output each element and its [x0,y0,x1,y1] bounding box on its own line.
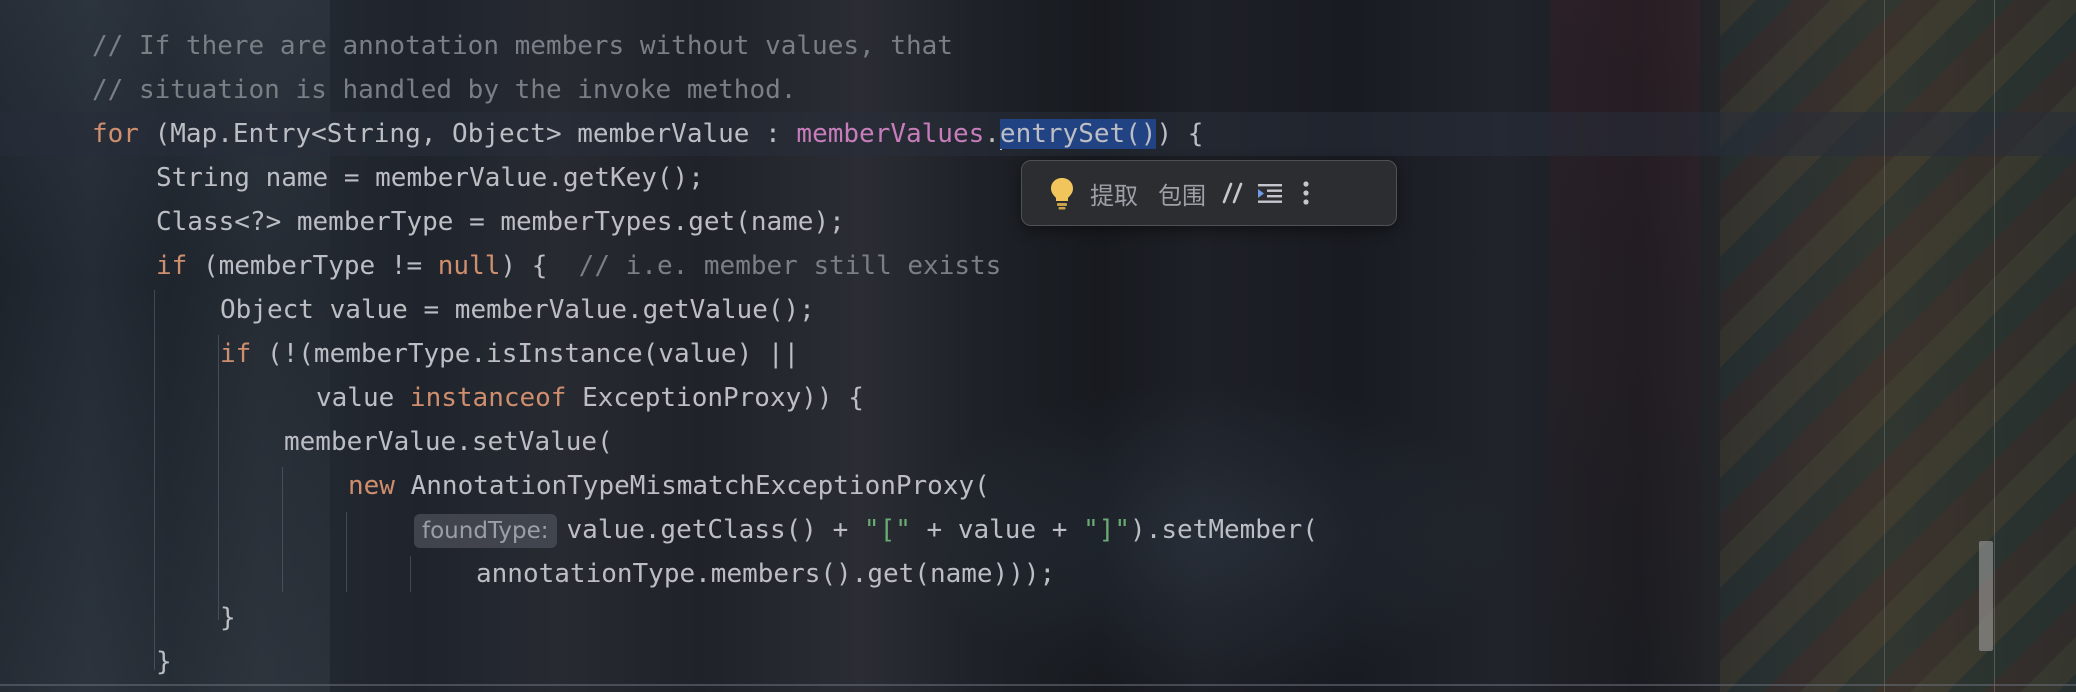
keyword-null: null [437,251,501,281]
editor-right-edge [1994,0,1995,692]
code-line-set-value[interactable]: memberValue.setValue( [284,420,613,464]
right-margin-guide [1884,0,1885,692]
code-text: annotationType.members().get(name))); [476,559,1056,589]
for-tail: ) { [1156,119,1204,149]
indent-guide [282,467,283,592]
code-text: Class<?> memberType = memberTypes.get(na… [156,207,845,237]
dot: . [984,119,1000,149]
code-text: } [220,603,236,633]
code-text: } [156,647,172,677]
inline-comment: // i.e. member still exists [578,251,1002,281]
code-line-if-instance[interactable]: if (!(memberType.isInstance(value) || [220,332,799,376]
code-line-if-null[interactable]: if (memberType != null) { // i.e. member… [156,244,1001,288]
code-text: memberValue.setValue( [284,427,613,457]
code-line-new-proxy[interactable]: new AnnotationTypeMismatchExceptionProxy… [348,464,990,508]
for-header: (Map.Entry<String, Object> memberValue : [138,119,797,149]
indent-guide [410,556,411,592]
indent-guide [346,512,347,592]
indent-guide [218,335,219,620]
extract-button[interactable]: 提取 [1080,170,1148,216]
more-vertical-icon[interactable] [1288,170,1324,216]
code-text: AnnotationTypeMismatchExceptionProxy( [394,471,990,501]
field-member-values: memberValues [796,119,985,149]
code-line-close-brace[interactable]: } [220,596,236,640]
surround-button[interactable]: 包围 [1148,170,1216,216]
code-line-member-type[interactable]: Class<?> memberType = memberTypes.get(na… [156,200,845,244]
code-text: (!(memberType.isInstance(value) || [251,339,800,369]
code-text: Object value = memberValue.getValue(); [220,295,815,325]
keyword-new: new [348,471,395,501]
comment-text: // If there are annotation members witho… [92,31,953,61]
indent-guide [154,290,155,670]
code-text: ).setMember( [1130,515,1318,545]
comment-icon[interactable] [1216,170,1252,216]
code-line-members[interactable]: annotationType.members().get(name))); [476,552,1055,596]
keyword-for: for [92,119,139,149]
floating-action-toolbar: 提取 包围 [1021,160,1397,226]
lightbulb-icon[interactable] [1044,170,1080,216]
code-text: ) { [500,251,579,281]
code-line-comment-1[interactable]: // If there are annotation members witho… [92,24,953,68]
keyword-if: if [156,251,188,281]
string-literal: "]" [1083,515,1131,545]
string-literal: "[" [863,515,911,545]
code-editor[interactable]: // If there are annotation members witho… [0,0,2076,692]
code-text: + value + [910,515,1084,545]
keyword-instanceof: instanceof [409,383,567,413]
code-text: value [316,383,410,413]
code-line-instanceof[interactable]: value instanceof ExceptionProxy)) { [316,376,864,420]
reformat-icon[interactable] [1252,170,1288,216]
selected-text[interactable]: entrySet() [999,119,1157,149]
keyword-if: if [220,339,252,369]
code-text: String name = memberValue.getKey(); [156,163,704,193]
parameter-hint: foundType: [414,513,557,548]
vertical-scrollbar-thumb[interactable] [1979,541,1993,651]
wallpaper-right [1720,0,2076,692]
wallpaper-center-right [1550,0,1700,692]
code-line-name[interactable]: String name = memberValue.getKey(); [156,156,704,200]
code-line-get-class[interactable]: foundType: value.getClass() + "[" + value… [414,508,1318,552]
code-text: (memberType != [187,251,438,281]
code-line-comment-2[interactable]: // situation is handled by the invoke me… [92,68,796,112]
code-text: value.getClass() + [566,515,864,545]
code-line-close-brace[interactable]: } [156,640,172,684]
editor-bottom-border [0,684,2076,686]
code-line-for[interactable]: for (Map.Entry<String, Object> memberVal… [92,112,1203,156]
code-line-value[interactable]: Object value = memberValue.getValue(); [220,288,815,332]
code-text: ExceptionProxy)) { [566,383,864,413]
comment-text: // situation is handled by the invoke me… [92,75,797,105]
